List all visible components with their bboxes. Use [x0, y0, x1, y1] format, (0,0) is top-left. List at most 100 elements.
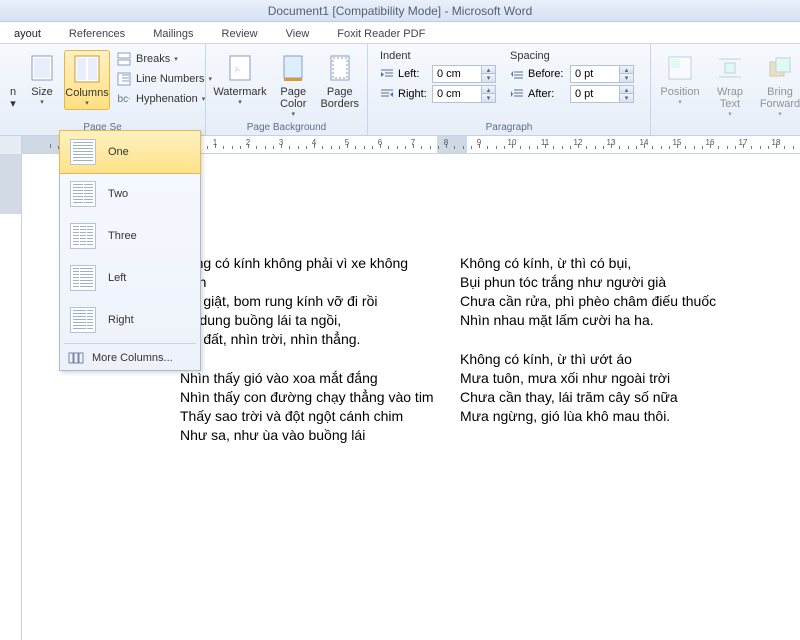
- hyphenation-label: Hyphenation: [136, 93, 198, 105]
- columns-option-right[interactable]: Right: [60, 299, 200, 341]
- indent-left-spinbox[interactable]: ▴▾: [432, 65, 496, 83]
- doc-line[interactable]: Mưa ngừng, gió lùa khô mau thôi.: [460, 407, 716, 426]
- columns-more[interactable]: More Columns...: [60, 346, 200, 370]
- columns-three-icon: [70, 223, 96, 249]
- doc-line[interactable]: Như sa, như ùa vào buồng lái: [180, 426, 434, 445]
- ribbon: n▾ Size ▾ Columns ▾ Breaks ▾: [0, 44, 800, 136]
- indent-left-label: Left:: [398, 68, 428, 80]
- spin-up[interactable]: ▴: [619, 66, 633, 74]
- doc-line[interactable]: Nhìn thấy con đường chạy thẳng vào tim: [180, 388, 434, 407]
- doc-line[interactable]: Nhìn nhau mặt lấm cười ha ha.: [460, 311, 716, 330]
- ruler-corner: [0, 136, 22, 154]
- spin-down[interactable]: ▾: [619, 74, 633, 82]
- spin-down[interactable]: ▾: [481, 74, 495, 82]
- stanza-2-1: Không có kính, ừ thì có bụi, Bụi phun tó…: [460, 254, 716, 330]
- line-numbers-button[interactable]: Line Numbers ▾: [114, 70, 214, 88]
- columns-option-two[interactable]: Two: [60, 173, 200, 215]
- chevron-down-icon: ▾: [778, 110, 782, 118]
- bring-forward-button: Bring Forward ▾: [757, 50, 800, 120]
- watermark-icon: A: [224, 52, 256, 84]
- indent-left-input[interactable]: [433, 68, 481, 80]
- indent-left-icon: [380, 67, 394, 81]
- doc-line[interactable]: Mưa tuôn, mưa xối như ngoài trời: [460, 369, 716, 388]
- doc-line[interactable]: hông có kính không phải vì xe không: [180, 254, 434, 273]
- spacing-before-label: Before:: [528, 68, 566, 80]
- position-button: Position ▾: [657, 50, 703, 108]
- doc-line[interactable]: kính: [180, 273, 434, 292]
- spin-up[interactable]: ▴: [619, 86, 633, 94]
- columns-left-label: Left: [108, 272, 126, 284]
- chevron-down-icon: ▾: [40, 98, 44, 106]
- page-color-button[interactable]: Page Color ▾: [272, 50, 314, 120]
- chevron-down-icon: ▾: [202, 95, 206, 103]
- spacing-after-input[interactable]: [571, 88, 619, 100]
- group-arrange: Position ▾ Wrap Text ▾ Bring Forward ▾: [651, 44, 800, 135]
- tab-foxit[interactable]: Foxit Reader PDF: [323, 25, 439, 43]
- columns-three-label: Three: [108, 230, 137, 242]
- watermark-label: Watermark: [213, 86, 266, 98]
- breaks-button[interactable]: Breaks ▾: [114, 50, 214, 68]
- watermark-button[interactable]: A Watermark ▾: [212, 50, 268, 108]
- tab-view[interactable]: View: [272, 25, 324, 43]
- columns-two-label: Two: [108, 188, 128, 200]
- doc-line[interactable]: Thấy sao trời và đột ngột cánh chim: [180, 407, 434, 426]
- bring-forward-icon: [764, 52, 796, 84]
- stanza-1-1: hông có kính không phải vì xe không kính…: [180, 254, 434, 349]
- chevron-down-icon: ▾: [678, 98, 682, 106]
- wrap-icon: [714, 52, 746, 84]
- partial-button[interactable]: n▾: [6, 50, 20, 112]
- spacing-before-row: Before: ▴▾: [510, 65, 634, 83]
- bring-label: Bring Forward: [760, 86, 800, 110]
- doc-line[interactable]: Chưa cần rửa, phì phèo châm điếu thuốc: [460, 292, 716, 311]
- vertical-ruler[interactable]: [0, 154, 22, 640]
- doc-line[interactable]: Bụi phun tóc trắng như người già: [460, 273, 716, 292]
- columns-right-label: Right: [108, 314, 134, 326]
- tab-layout[interactable]: ayout: [0, 25, 55, 43]
- columns-button[interactable]: Columns ▾: [64, 50, 110, 110]
- doc-line[interactable]: Chưa cần thay, lái trăm cây số nữa: [460, 388, 716, 407]
- columns-option-one[interactable]: One: [59, 130, 201, 174]
- doc-line[interactable]: om giật, bom rung kính vỡ đi rồi: [180, 292, 434, 311]
- indent-right-input[interactable]: [433, 88, 481, 100]
- spacing-after-icon: [510, 87, 524, 101]
- columns-label: Columns: [65, 87, 108, 99]
- page-borders-button[interactable]: Page Borders: [318, 50, 361, 112]
- spin-down[interactable]: ▾: [481, 94, 495, 102]
- chevron-down-icon: ▾: [238, 98, 242, 106]
- spacing-before-spinbox[interactable]: ▴▾: [570, 65, 634, 83]
- tab-mailings[interactable]: Mailings: [139, 25, 207, 43]
- breaks-label: Breaks: [136, 53, 170, 65]
- spacing-after-spinbox[interactable]: ▴▾: [570, 85, 634, 103]
- doc-line[interactable]: hìn đất, nhìn trời, nhìn thẳng.: [180, 330, 434, 349]
- doc-line[interactable]: Không có kính, ừ thì ướt áo: [460, 350, 716, 369]
- generic-icon: [7, 52, 19, 84]
- position-label: Position: [660, 86, 699, 98]
- doc-line[interactable]: Nhìn thấy gió vào xoa mắt đắng: [180, 369, 434, 388]
- spin-up[interactable]: ▴: [481, 86, 495, 94]
- indent-left-row: Left: ▴▾: [380, 65, 496, 83]
- doc-line[interactable]: Không có kính, ừ thì có bụi,: [460, 254, 716, 273]
- spacing-before-icon: [510, 67, 524, 81]
- spacing-before-input[interactable]: [571, 68, 619, 80]
- spin-down[interactable]: ▾: [619, 94, 633, 102]
- columns-one-icon: [70, 139, 96, 165]
- wrap-label: Wrap Text: [717, 86, 743, 110]
- partial-label: n▾: [10, 86, 16, 110]
- columns-one-label: One: [108, 146, 129, 158]
- columns-option-three[interactable]: Three: [60, 215, 200, 257]
- indent-right-icon: [380, 87, 394, 101]
- group-paragraph: Indent Left: ▴▾ Right: ▴▾: [368, 44, 651, 135]
- tab-references[interactable]: References: [55, 25, 139, 43]
- spin-up[interactable]: ▴: [481, 66, 495, 74]
- columns-option-left[interactable]: Left: [60, 257, 200, 299]
- size-button[interactable]: Size ▾: [24, 50, 60, 108]
- indent-right-spinbox[interactable]: ▴▾: [432, 85, 496, 103]
- line-numbers-icon: [116, 71, 132, 87]
- hyphenation-button[interactable]: bc- Hyphenation ▾: [114, 90, 214, 108]
- spacing-after-row: After: ▴▾: [510, 85, 634, 103]
- tab-review[interactable]: Review: [208, 25, 272, 43]
- spacing-after-label: After:: [528, 88, 566, 100]
- chevron-down-icon: ▾: [291, 110, 295, 118]
- doc-line[interactable]: ng dung buồng lái ta ngồi,: [180, 311, 434, 330]
- title-text: Document1 [Compatibility Mode] - Microso…: [268, 4, 533, 18]
